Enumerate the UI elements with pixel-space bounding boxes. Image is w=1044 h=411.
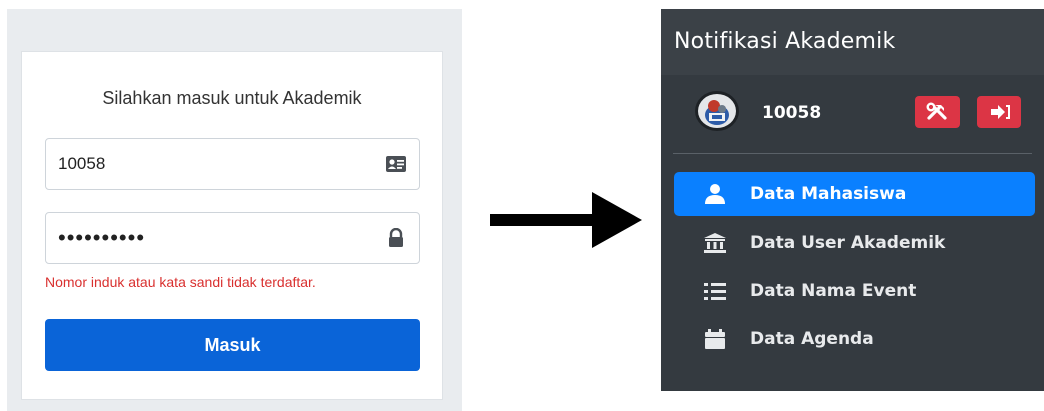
tools-button[interactable] [915,96,960,128]
sidebar-item-data-agenda[interactable]: Data Agenda [674,317,1035,361]
calendar-icon [705,329,725,349]
user-icon [705,184,725,204]
username-field-group [45,138,420,190]
sidebar-user-id: 10058 [762,103,822,123]
sign-out-icon [991,105,1010,119]
list-icon [704,283,726,300]
login-submit-button[interactable]: Masuk [45,319,420,371]
brand-title[interactable]: Notifikasi Akademik [674,29,895,54]
sidebar-item-label: Data Nama Event [750,281,917,301]
login-card: Silahkan masuk untuk Akademik Nomor indu… [21,51,443,400]
sidebar: Notifikasi Akademik 10058 Data Mahasiswa [661,9,1044,391]
password-field-group [45,212,420,264]
id-card-icon [386,156,406,172]
login-title: Silahkan masuk untuk Akademik [102,88,362,108]
arrow-right-icon [490,192,642,248]
avatar [695,91,739,131]
login-error-message: Nomor induk atau kata sandi tidak terdaf… [45,274,316,290]
sidebar-item-label: Data Mahasiswa [750,184,907,204]
logout-button[interactable] [977,96,1021,128]
lock-icon [389,228,403,247]
password-input[interactable] [46,213,376,263]
sidebar-item-label: Data Agenda [750,329,874,349]
tools-icon [926,102,947,120]
sidebar-item-label: Data User Akademik [750,233,946,253]
sidebar-item-data-nama-event[interactable]: Data Nama Event [674,269,1035,313]
sidebar-item-data-user-akademik[interactable]: Data User Akademik [674,221,1035,265]
username-input[interactable] [46,139,376,189]
university-icon [704,233,726,253]
sidebar-divider [673,153,1032,154]
sidebar-item-data-mahasiswa[interactable]: Data Mahasiswa [674,172,1035,216]
